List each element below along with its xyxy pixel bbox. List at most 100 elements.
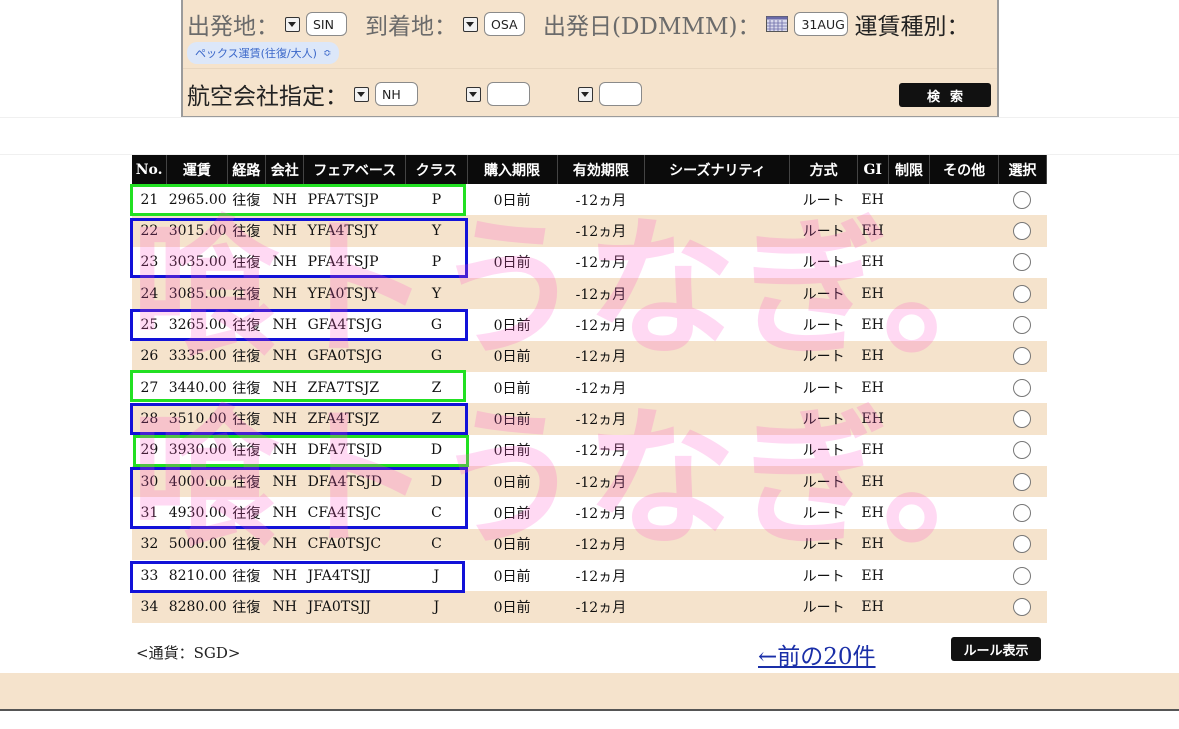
- cell-other: [929, 466, 999, 498]
- table-row[interactable]: 34 8280.00 往復 NH JFA0TSJJ J 0日前 -12ヵ月 ルート EH: [132, 591, 1047, 623]
- cell-seasonality: [644, 340, 790, 373]
- cell-restriction: [888, 340, 930, 373]
- select-radio[interactable]: [1013, 378, 1032, 397]
- rule-display-button[interactable]: ルール表示: [951, 637, 1041, 661]
- cell-fare-basis: PFA4TSJP: [303, 246, 406, 279]
- cell-validity: -12ヵ月: [557, 497, 645, 529]
- cell-row-number: 23: [132, 246, 167, 279]
- select-radio[interactable]: [1013, 190, 1032, 209]
- cell-route: 往復: [227, 372, 266, 404]
- select-radio[interactable]: [1013, 504, 1032, 523]
- date-label: 出発日(DDMMM)：: [543, 14, 761, 40]
- search-button[interactable]: 検索: [899, 83, 991, 107]
- cell-restriction: [888, 246, 930, 279]
- table-row[interactable]: 33 8210.00 往復 NH JFA4TSJJ J 0日前 -12ヵ月 ルート EH: [132, 560, 1047, 592]
- cell-carrier: NH: [265, 372, 304, 404]
- cell-purchase-deadline: 0日前: [467, 434, 557, 467]
- header-col-validity: 有効期限: [557, 155, 646, 184]
- cell-fare-basis: YFA0TSJY: [303, 278, 406, 310]
- cell-select: [998, 246, 1047, 279]
- fare-table: No. 運賃 経路 会社 フェアベース クラス 購入期限 有効期限 シーズナリティ 方式 GI 制限そ…: [132, 155, 1048, 623]
- airline-input[interactable]: NH: [375, 82, 418, 106]
- cell-row-number: 22: [132, 215, 167, 247]
- cell-other: [929, 591, 999, 623]
- cell-restriction: [888, 215, 930, 247]
- header-col-select: 選択: [998, 155, 1048, 184]
- cell-fare-amount: 3015.00: [166, 215, 228, 247]
- select-radio[interactable]: [1013, 535, 1032, 554]
- calendar-icon[interactable]: [766, 16, 789, 32]
- cell-fare-amount: 8280.00: [166, 591, 228, 623]
- cell-booking-class: J: [405, 560, 468, 592]
- cell-route: 往復: [227, 591, 266, 623]
- cell-purchase-deadline: 0日前: [467, 246, 557, 279]
- search-row-1: 出発地： SIN 到着地： OSA 出発日(DDMMM)： 31AUG 運賃種別…: [187, 4, 993, 44]
- select-radio[interactable]: [1013, 441, 1032, 460]
- cell-booking-class: C: [405, 497, 468, 529]
- airline2-dropdown-icon[interactable]: [466, 86, 481, 102]
- cell-select: [998, 403, 1047, 435]
- cell-purchase-deadline: 0日前: [467, 528, 557, 561]
- select-radio[interactable]: [1013, 222, 1032, 241]
- cell-seasonality: [644, 309, 790, 341]
- cell-seasonality: [644, 246, 790, 279]
- destination-dropdown-icon[interactable]: [463, 16, 478, 32]
- table-row[interactable]: 23 3035.00 往復 NH PFA4TSJP P 0日前 -12ヵ月 ルート EH: [132, 246, 1047, 279]
- previous-page-link[interactable]: ←前の20件: [758, 637, 876, 671]
- select-radio[interactable]: [1013, 598, 1032, 617]
- header-col-fare: 運賃: [166, 155, 228, 184]
- cell-carrier: NH: [265, 340, 304, 373]
- table-row[interactable]: 31 4930.00 往復 NH CFA4TSJC C 0日前 -12ヵ月 ルート EH: [132, 497, 1047, 529]
- cell-method: ルート: [789, 215, 858, 247]
- cell-method: ルート: [789, 278, 858, 310]
- cell-carrier: NH: [265, 434, 304, 467]
- cell-method: ルート: [789, 497, 858, 529]
- select-radio[interactable]: [1013, 566, 1032, 585]
- cell-purchase-deadline: [467, 278, 557, 310]
- destination-input[interactable]: OSA: [484, 12, 525, 36]
- origin-dropdown-icon[interactable]: [285, 16, 300, 32]
- cell-purchase-deadline: 0日前: [467, 340, 557, 373]
- table-row[interactable]: 25 3265.00 往復 NH GFA4TSJG G 0日前 -12ヵ月 ルート EH: [132, 309, 1047, 341]
- select-radio[interactable]: [1013, 284, 1032, 303]
- date-input[interactable]: 31AUG: [794, 12, 849, 36]
- airline-dropdown-icon[interactable]: [354, 86, 369, 102]
- cell-validity: -12ヵ月: [557, 434, 645, 467]
- airline3-input[interactable]: [599, 82, 642, 106]
- table-row[interactable]: 30 4000.00 往復 NH DFA4TSJD D 0日前 -12ヵ月 ルート EH: [132, 466, 1047, 498]
- cell-carrier: NH: [265, 497, 304, 529]
- cell-row-number: 32: [132, 528, 167, 561]
- cell-gi: EH: [857, 215, 889, 247]
- cell-select: [998, 184, 1047, 216]
- cell-gi: EH: [857, 278, 889, 310]
- airline2-input[interactable]: [487, 82, 530, 106]
- cell-carrier: NH: [265, 466, 304, 498]
- select-radio[interactable]: [1013, 472, 1032, 491]
- origin-input[interactable]: SIN: [306, 12, 347, 36]
- table-row[interactable]: 28 3510.00 往復 NH ZFA4TSJZ Z 0日前 -12ヵ月 ルート EH: [132, 403, 1047, 435]
- cell-route: 往復: [227, 528, 266, 561]
- table-row[interactable]: 27 3440.00 往復 NH ZFA7TSJZ Z 0日前 -12ヵ月 ルート EH: [132, 372, 1047, 404]
- select-radio[interactable]: [1013, 410, 1032, 429]
- table-row[interactable]: 29 3930.00 往復 NH DFA7TSJD D 0日前 -12ヵ月 ルート EH: [132, 434, 1047, 467]
- table-row[interactable]: 22 3015.00 往復 NH YFA4TSJY Y -12ヵ月 ルート EH: [132, 215, 1047, 247]
- cell-fare-amount: 5000.00: [166, 528, 228, 561]
- select-radio[interactable]: [1013, 347, 1032, 366]
- fare-type-select[interactable]: ペックス運賃(往復/大人) ≎: [187, 42, 340, 64]
- cell-restriction: [888, 184, 930, 216]
- cell-method: ルート: [789, 466, 858, 498]
- cell-gi: EH: [857, 403, 889, 435]
- cell-restriction: [888, 309, 930, 341]
- airline3-dropdown-icon[interactable]: [578, 86, 593, 102]
- cell-seasonality: [644, 497, 790, 529]
- table-row[interactable]: 32 5000.00 往復 NH CFA0TSJC C 0日前 -12ヵ月 ルート EH: [132, 528, 1047, 561]
- table-row[interactable]: 24 3085.00 往復 NH YFA0TSJY Y -12ヵ月 ルート EH: [132, 278, 1047, 310]
- select-radio[interactable]: [1013, 253, 1032, 272]
- table-row[interactable]: 26 3335.00 往復 NH GFA0TSJG G 0日前 -12ヵ月 ルート EH: [132, 340, 1047, 373]
- select-radio[interactable]: [1013, 316, 1032, 335]
- cell-gi: EH: [857, 434, 889, 467]
- cell-row-number: 29: [132, 434, 167, 467]
- cell-other: [929, 434, 999, 467]
- table-row[interactable]: 21 2965.00 往復 NH PFA7TSJP P 0日前 -12ヵ月 ルート EH: [132, 184, 1047, 216]
- cell-seasonality: [644, 528, 790, 561]
